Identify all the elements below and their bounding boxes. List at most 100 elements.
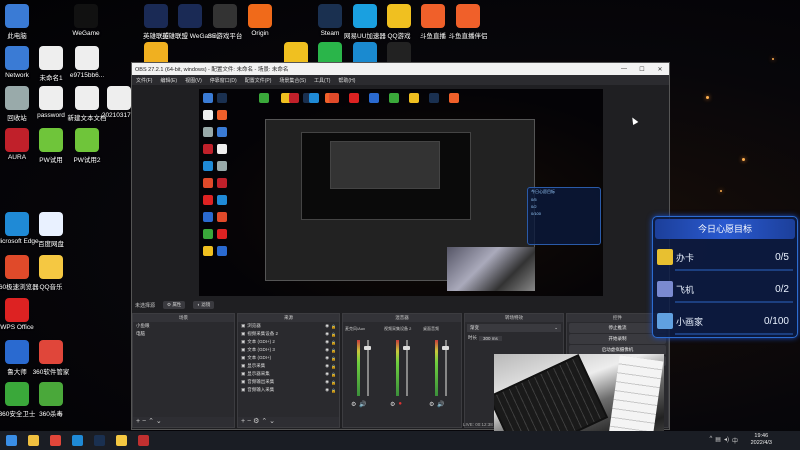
desktop-icon-label: PW试用2: [73, 157, 101, 164]
network-icon[interactable]: ▤: [715, 436, 721, 445]
fader-knob[interactable]: [403, 346, 410, 350]
properties-button[interactable]: ⚙ 属性: [163, 301, 186, 309]
down-icon[interactable]: ⌄: [156, 418, 162, 425]
gear-icon[interactable]: ⚙: [429, 401, 434, 408]
menu-edit[interactable]: 编辑(E): [160, 77, 177, 84]
minimize-icon[interactable]: —: [615, 66, 633, 72]
obs-preview[interactable]: 今日心愿目标 0/5 0/2 0/100: [199, 89, 603, 296]
taskbar-button[interactable]: [22, 431, 44, 450]
preview-mini-icon: [203, 229, 213, 239]
transition-select[interactable]: 渐变 ⌄: [467, 324, 561, 332]
gift-icon: [657, 249, 673, 265]
source-toolbar: 未选择源 ⚙ 属性 ◐ 滤镜: [132, 300, 669, 310]
eye-icon[interactable]: ◉: [325, 331, 329, 337]
lock-icon[interactable]: 🔒: [331, 356, 336, 361]
filters-label: 滤镜: [201, 302, 211, 307]
eye-icon[interactable]: ◉: [325, 347, 329, 353]
eye-icon[interactable]: ◉: [325, 355, 329, 361]
eye-icon[interactable]: ◉: [325, 387, 329, 393]
source-item[interactable]: ▣ 文本 (GDI+) ◉ 🔒: [238, 354, 339, 362]
taskbar-button[interactable]: [44, 431, 66, 450]
ime-icon[interactable]: 中: [732, 436, 738, 445]
lock-icon[interactable]: 🔒: [331, 372, 336, 377]
lock-icon[interactable]: 🔒: [331, 364, 336, 369]
speaker-muted-icon[interactable]: ●: [398, 401, 402, 408]
preview-mini-icon: [217, 195, 227, 205]
remove-icon[interactable]: −: [142, 418, 146, 425]
start-recording-button[interactable]: 开始录制: [569, 334, 666, 344]
desktop-icon[interactable]: 360杀毒: [23, 382, 79, 438]
gear-icon[interactable]: ⚙: [351, 401, 356, 408]
source-item[interactable]: ▣ 显示采集 ◉ 🔒: [238, 362, 339, 370]
chevron-up-icon[interactable]: ^: [709, 436, 712, 445]
up-icon[interactable]: ⌃: [148, 418, 154, 425]
remove-icon[interactable]: −: [247, 418, 251, 425]
scene-item[interactable]: 电脑: [133, 330, 234, 338]
taskbar-button[interactable]: [88, 431, 110, 450]
add-icon[interactable]: +: [136, 418, 140, 425]
speaker-icon[interactable]: 🔊: [359, 401, 366, 408]
lock-icon[interactable]: 🔒: [331, 388, 336, 393]
wish-rows: 办卡 0/5 飞机 0/2 小画家 0/100: [653, 243, 797, 335]
maximize-icon[interactable]: ☐: [633, 66, 651, 73]
desktop-icon-label: WPS Office: [0, 324, 34, 331]
menu-tools[interactable]: 工具(T): [314, 77, 330, 84]
fader-knob[interactable]: [364, 346, 371, 350]
source-item[interactable]: ▣ 音频输出采集 ◉ 🔒: [238, 378, 339, 386]
volume-meter: [357, 340, 360, 396]
taskbar-button[interactable]: [110, 431, 132, 450]
volume-icon[interactable]: ◂): [724, 436, 729, 445]
desktop-icon[interactable]: 斗鱼直播伴侣: [440, 4, 496, 60]
source-item[interactable]: ▣ 浏览器 ◉ 🔒: [238, 322, 339, 330]
menu-view[interactable]: 视图(V): [185, 77, 202, 84]
source-item[interactable]: ▣ 视频采集设备 2 ◉ 🔒: [238, 330, 339, 338]
lock-icon[interactable]: 🔒: [331, 340, 336, 345]
preview-mini-icon: [217, 246, 227, 256]
source-item[interactable]: ▣ 文本 (GDI+) 3 ◉ 🔒: [238, 346, 339, 354]
menu-help[interactable]: 帮助(H): [338, 77, 355, 84]
preview-mini-icon: [217, 178, 227, 188]
preview-mini-icon: [389, 93, 399, 103]
mixer-channel: 桌面音频 ⚙ 🔊: [423, 326, 463, 410]
source-item[interactable]: ▣ 显示器采集 ◉ 🔒: [238, 370, 339, 378]
mixer-channel-name: 麦克风/Aux: [345, 326, 366, 331]
menu-file[interactable]: 文件(F): [136, 77, 152, 84]
menu-docks[interactable]: 停靠窗口(D): [210, 77, 237, 84]
chevron-down-icon[interactable]: ⌄: [554, 325, 558, 331]
source-item[interactable]: ▣ 文本 (GDI+) 2 ◉ 🔒: [238, 338, 339, 346]
desktop-icon-label: QQ音乐: [39, 284, 63, 291]
close-icon[interactable]: ✕: [651, 66, 669, 73]
gear-icon[interactable]: ⚙: [390, 401, 395, 408]
gift-icon: [657, 313, 673, 329]
fader-knob[interactable]: [442, 346, 449, 350]
eye-icon[interactable]: ◉: [325, 363, 329, 369]
taskbar-button[interactable]: [66, 431, 88, 450]
eye-icon[interactable]: ◉: [325, 323, 329, 329]
preview-mini-icon: [203, 110, 213, 120]
scene-item[interactable]: 小鱼眼: [133, 322, 234, 330]
taskbar-button[interactable]: [0, 431, 22, 450]
source-item[interactable]: ▣ 音频输入采集 ◉ 🔒: [238, 386, 339, 394]
lock-icon[interactable]: 🔒: [331, 324, 336, 329]
menu-scene-collection[interactable]: 场景集合(S): [279, 77, 306, 84]
gear-icon[interactable]: ⚙: [253, 418, 259, 425]
add-icon[interactable]: +: [241, 418, 245, 425]
lock-icon[interactable]: 🔒: [331, 348, 336, 353]
mixer-header: 混音器: [343, 314, 461, 322]
speaker-icon[interactable]: 🔊: [437, 401, 444, 408]
filters-button[interactable]: ◐ 滤镜: [193, 301, 215, 309]
origin-icon: [248, 4, 272, 28]
duration-input[interactable]: 300 ms: [479, 335, 502, 341]
taskbar-button[interactable]: [132, 431, 154, 450]
lock-icon[interactable]: 🔒: [331, 380, 336, 385]
up-icon[interactable]: ⌃: [261, 418, 267, 425]
clock[interactable]: 19:46 2022/4/3: [751, 433, 772, 447]
down-icon[interactable]: ⌄: [269, 418, 275, 425]
eye-icon[interactable]: ◉: [325, 339, 329, 345]
obs-titlebar[interactable]: OBS 27.2.1 (64-bit, windows) - 配置文件: 未命名…: [132, 63, 669, 75]
eye-icon[interactable]: ◉: [325, 371, 329, 377]
menu-profile[interactable]: 配置文件(P): [245, 77, 272, 84]
eye-icon[interactable]: ◉: [325, 379, 329, 385]
desktop-icon[interactable]: QQ音乐: [23, 255, 79, 311]
lock-icon[interactable]: 🔒: [331, 332, 336, 337]
